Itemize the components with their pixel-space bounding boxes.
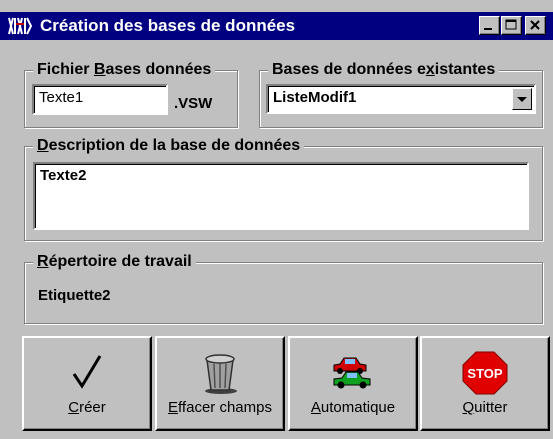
effacer-champs-button[interactable]: Effacer champs	[155, 336, 285, 431]
quitter-button[interactable]: STOP Quitter	[420, 336, 550, 431]
app-icon	[6, 14, 34, 38]
trash-can-icon	[205, 354, 237, 394]
creer-label: Créer	[68, 399, 106, 416]
description-legend: Description de la base de données	[33, 136, 305, 156]
minimize-icon	[484, 28, 492, 30]
close-button[interactable]	[525, 16, 546, 35]
file-extension-label: .VSW	[174, 95, 213, 112]
maximize-icon	[505, 19, 517, 30]
fichier-legend: Fichier Bases données	[33, 60, 216, 80]
stop-sign-icon: STOP	[462, 351, 508, 395]
description-textarea[interactable]: Texte2	[33, 162, 529, 230]
maximize-button[interactable]	[501, 16, 522, 35]
close-icon	[530, 20, 540, 30]
chevron-down-icon	[517, 97, 527, 102]
title-bar[interactable]: Création des bases de données	[0, 12, 553, 40]
main-window: Création des bases de données Fichier Ba…	[0, 0, 553, 439]
checkmark-icon	[72, 355, 102, 389]
bases-dropdown[interactable]: ListeModif1	[266, 84, 536, 114]
dropdown-button[interactable]	[512, 88, 532, 110]
fichier-input[interactable]: Texte1	[32, 84, 168, 115]
description-value: Texte2	[40, 167, 87, 184]
window-title: Création des bases de données	[40, 16, 296, 35]
bases-legend: Bases de données existantes	[268, 60, 500, 80]
minimize-button[interactable]	[479, 16, 500, 35]
effacer-champs-label: Effacer champs	[168, 399, 272, 416]
automatique-label: Automatique	[310, 399, 396, 416]
repertoire-legend: Répertoire de travail	[33, 252, 196, 272]
creer-button[interactable]: Créer	[22, 336, 152, 431]
quitter-label: Quitter	[462, 399, 508, 416]
cars-icon	[333, 357, 371, 389]
automatique-button[interactable]: Automatique	[288, 336, 418, 431]
svg-text:STOP: STOP	[467, 366, 502, 381]
repertoire-value: Etiquette2	[38, 287, 111, 304]
fichier-input-value: Texte1	[39, 89, 84, 106]
bases-selected-value: ListeModif1	[273, 89, 357, 106]
